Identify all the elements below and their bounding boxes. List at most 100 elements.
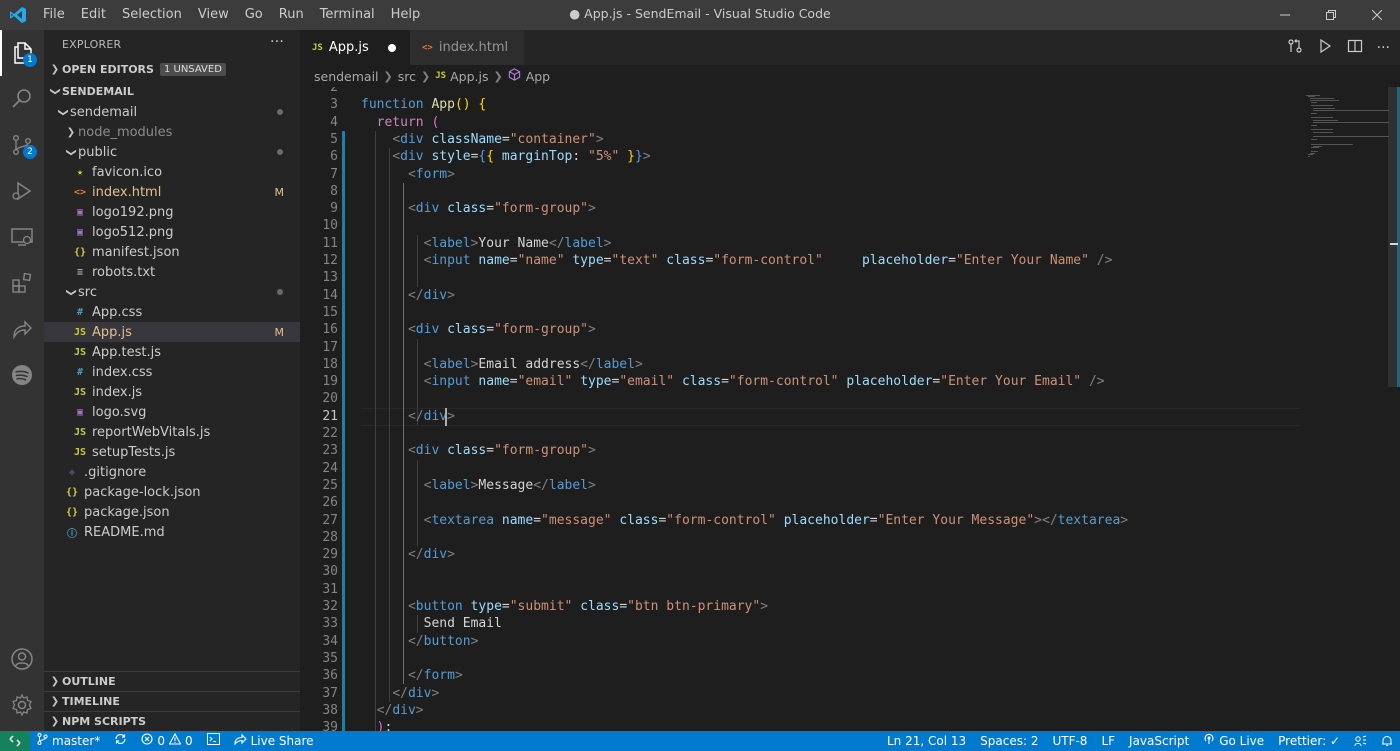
language-mode[interactable]: JavaScript [1122, 731, 1196, 751]
code-line[interactable]: 36 </form> [300, 667, 1300, 685]
minimize-icon[interactable] [1262, 0, 1308, 30]
code-line[interactable]: 20 [300, 390, 1300, 408]
code-line[interactable]: 12 <input name="name" type="text" class=… [300, 252, 1300, 270]
code-line[interactable]: 39 ); [300, 719, 1300, 731]
breadcrumb-item[interactable]: App.js [450, 69, 488, 84]
extensions-icon[interactable] [0, 260, 44, 306]
file-item-app-js[interactable]: JS App.js M [44, 322, 300, 342]
code-line[interactable]: 34 </button> [300, 633, 1300, 651]
code-line[interactable]: 33 Send Email [300, 615, 1300, 633]
file-item-logo192-png[interactable]: ▣ logo192.png [44, 202, 300, 222]
encoding[interactable]: UTF-8 [1045, 731, 1094, 751]
indentation[interactable]: Spaces: 2 [973, 731, 1045, 751]
prettier-status[interactable]: Prettier: ✓ [1271, 731, 1347, 751]
compare-icon[interactable] [1287, 38, 1303, 58]
accounts-icon[interactable] [0, 636, 44, 682]
file-item-package-json[interactable]: {} package.json [44, 502, 300, 522]
folder-item-node-modules[interactable]: ❯ node_modules [44, 122, 300, 142]
menu-item-terminal[interactable]: Terminal [312, 0, 383, 30]
file-item-package-lock-json[interactable]: {} package-lock.json [44, 482, 300, 502]
breadcrumb-item[interactable]: src [398, 69, 416, 84]
code-line[interactable]: 7 <form> [300, 166, 1300, 184]
more-actions-icon[interactable]: ··· [270, 34, 284, 50]
file-item-index-js[interactable]: JS index.js [44, 382, 300, 402]
split-editor-icon[interactable] [1347, 38, 1363, 58]
live-share-icon[interactable] [0, 306, 44, 352]
code-line[interactable]: 10 [300, 217, 1300, 235]
file-item-logo-svg[interactable]: ▣ logo.svg [44, 402, 300, 422]
code-line[interactable]: 27 <textarea name="message" class="form-… [300, 512, 1300, 530]
run-icon[interactable] [1317, 38, 1333, 58]
code-line[interactable]: 4 return ( [300, 114, 1300, 132]
file-item-logo512-png[interactable]: ▣ logo512.png [44, 222, 300, 242]
minimap[interactable] [1302, 87, 1390, 731]
code-line[interactable]: 30 [300, 563, 1300, 581]
remote-icon[interactable] [0, 731, 30, 751]
menu-item-file[interactable]: File [35, 0, 73, 30]
unsaved-dot-icon[interactable] [388, 44, 396, 52]
close-icon[interactable] [1354, 0, 1400, 30]
breadcrumb-item[interactable]: App [526, 69, 550, 84]
tab-app-js[interactable]: JS App.js [300, 30, 410, 65]
cursor-position[interactable]: Ln 21, Col 13 [880, 731, 973, 751]
folder-item-sendemail[interactable]: ❯ sendemail [44, 102, 300, 122]
code-line[interactable]: 23 <div class="form-group"> [300, 442, 1300, 460]
file-item-reportwebvitals-js[interactable]: JS reportWebVitals.js [44, 422, 300, 442]
code-line[interactable]: 24 [300, 460, 1300, 478]
code-line[interactable]: 22 [300, 425, 1300, 443]
menu-item-go[interactable]: Go [237, 0, 271, 30]
search-icon[interactable] [0, 76, 44, 122]
file-item-index-css[interactable]: # index.css [44, 362, 300, 382]
code-line[interactable]: 13 [300, 269, 1300, 287]
run-debug-icon[interactable] [0, 168, 44, 214]
tab-index-html[interactable]: <> index.html [410, 30, 524, 65]
root-folder-section[interactable]: ❯ SENDEMAIL [44, 80, 300, 102]
code-line[interactable]: 29 </div> [300, 546, 1300, 564]
code-line[interactable]: 25 <label>Message</label> [300, 477, 1300, 495]
file-item-app-test-js[interactable]: JS App.test.js [44, 342, 300, 362]
spotify-icon[interactable] [0, 352, 44, 398]
live-share-status[interactable]: Live Share [227, 731, 321, 751]
remote-explorer-icon[interactable] [0, 214, 44, 260]
folder-item-public[interactable]: ❯ public [44, 142, 300, 162]
menu-item-help[interactable]: Help [383, 0, 429, 30]
more-icon[interactable]: ··· [1377, 40, 1390, 56]
code-line[interactable]: 8 [300, 183, 1300, 201]
code-line[interactable]: 15 [300, 304, 1300, 322]
problems-status[interactable]: 0 0 [134, 731, 199, 751]
code-line[interactable]: 14 </div> [300, 287, 1300, 305]
code-line[interactable]: 35 [300, 650, 1300, 668]
code-line[interactable]: 26 [300, 494, 1300, 512]
section-outline[interactable]: ❯ OUTLINE [44, 671, 300, 691]
code-line[interactable]: 17 [300, 339, 1300, 357]
file-item-setuptests-js[interactable]: JS setupTests.js [44, 442, 300, 462]
file-item-manifest-json[interactable]: {} manifest.json [44, 242, 300, 262]
code-line[interactable]: 5 <div className="container"> [300, 131, 1300, 149]
sync-status[interactable] [107, 731, 134, 751]
code-line[interactable]: 18 <label>Email address</label> [300, 356, 1300, 374]
menu-item-edit[interactable]: Edit [73, 0, 114, 30]
menu-item-run[interactable]: Run [271, 0, 312, 30]
file-item-gitignore[interactable]: ◆ .gitignore [44, 462, 300, 482]
feedback-icon[interactable] [1347, 735, 1374, 747]
file-item-robots-txt[interactable]: ≡ robots.txt [44, 262, 300, 282]
code-line[interactable]: 32 <button type="submit" class="btn btn-… [300, 598, 1300, 616]
source-control-icon[interactable]: 2 [0, 122, 44, 168]
end-of-line[interactable]: LF [1094, 731, 1122, 751]
menu-item-selection[interactable]: Selection [114, 0, 190, 30]
code-line[interactable]: 21 </div> [300, 408, 1300, 426]
code-editor[interactable]: 2 3 function App() {4 return (5 <div class… [300, 87, 1400, 731]
notifications-icon[interactable] [1374, 735, 1400, 747]
restore-icon[interactable] [1308, 0, 1354, 30]
folder-item-src[interactable]: ❯ src [44, 282, 300, 302]
file-item-favicon-ico[interactable]: ★ favicon.ico [44, 162, 300, 182]
file-item-index-html[interactable]: <> index.html M [44, 182, 300, 202]
menu-item-view[interactable]: View [190, 0, 237, 30]
code-line[interactable]: 16 <div class="form-group"> [300, 321, 1300, 339]
section-timeline[interactable]: ❯ TIMELINE [44, 691, 300, 711]
explorer-icon[interactable]: 1 [0, 30, 44, 76]
file-item-app-css[interactable]: # App.css [44, 302, 300, 322]
code-line[interactable]: 3 function App() { [300, 96, 1300, 114]
open-editors-section[interactable]: ❯ OPEN EDITORS 1 UNSAVED [44, 58, 300, 80]
branch-status[interactable]: master* [30, 731, 107, 751]
